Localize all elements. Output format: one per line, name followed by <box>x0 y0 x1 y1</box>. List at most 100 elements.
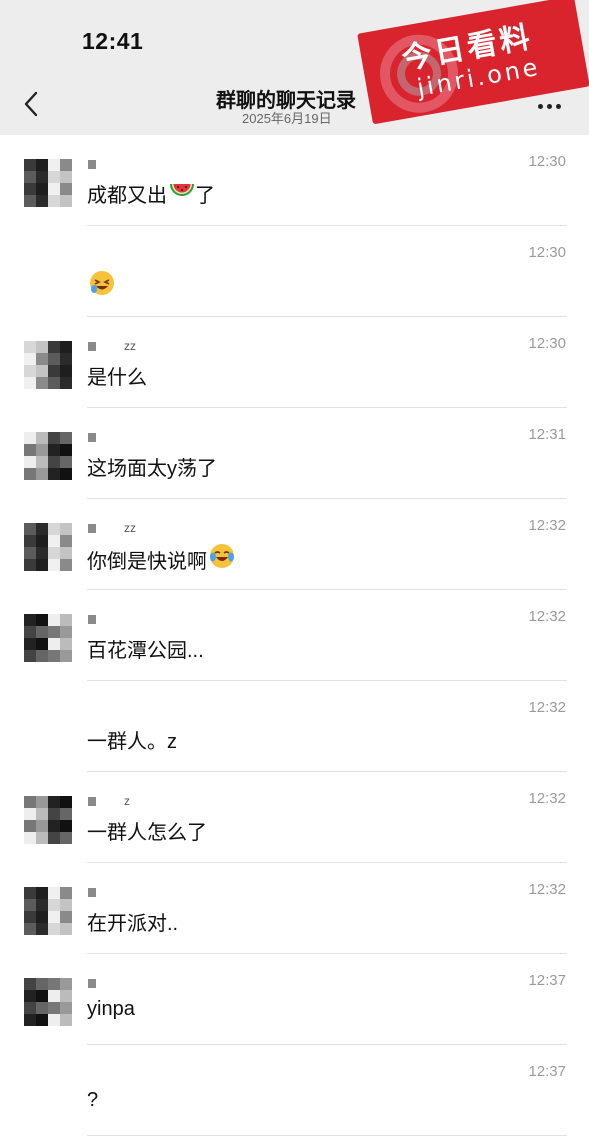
avatar-pixel <box>36 796 48 808</box>
laughing-emoji-icon <box>89 270 115 302</box>
avatar-pixel <box>36 899 48 911</box>
avatar-pixel <box>48 650 60 662</box>
avatar-pixel <box>48 808 60 820</box>
avatar[interactable] <box>24 614 72 662</box>
avatar-pixel <box>48 1014 60 1026</box>
message-row[interactable]: 12:32 在开派对.. <box>0 863 589 954</box>
avatar-pixel <box>36 650 48 662</box>
message-text-content: 成都又出 <box>87 185 167 207</box>
avatar-pixel <box>60 899 72 911</box>
avatar-pixel <box>48 820 60 832</box>
avatar-pixel <box>60 887 72 899</box>
sender-name-blur <box>88 796 96 806</box>
avatar-pixel <box>36 432 48 444</box>
message-row[interactable]: 12:37 yinpa <box>0 954 589 1045</box>
avatar-pixel <box>24 638 36 650</box>
tears-of-joy-icon <box>209 543 235 575</box>
avatar-pixel <box>36 990 48 1002</box>
avatar-pixel <box>48 990 60 1002</box>
avatar-pixel <box>60 432 72 444</box>
sender-name-blur <box>88 523 96 533</box>
message-row[interactable]: 12:32 一群人。z <box>0 681 589 772</box>
message-time: 12:30 <box>528 335 566 352</box>
avatar-pixel <box>60 353 72 365</box>
avatar-pixel <box>48 377 60 389</box>
chevron-left-icon <box>24 91 38 117</box>
avatar-pixel <box>60 911 72 923</box>
avatar-pixel <box>48 341 60 353</box>
message-text-content: 是什么 <box>87 367 147 389</box>
avatar-pixel <box>36 377 48 389</box>
message-text-content: 这场面太y荡了 <box>87 458 217 480</box>
avatar-pixel <box>60 978 72 990</box>
avatar-pixel <box>48 626 60 638</box>
avatar-pixel <box>48 911 60 923</box>
message-row[interactable]: 12:31 这场面太y荡了 <box>0 408 589 499</box>
avatar-pixel <box>36 171 48 183</box>
message-text <box>87 270 115 302</box>
avatar-pixel <box>48 547 60 559</box>
message-row[interactable]: zz 12:32 你倒是快说啊 <box>0 499 589 590</box>
avatar[interactable] <box>24 978 72 1026</box>
message-text: 你倒是快说啊 <box>87 543 235 575</box>
message-time: 12:32 <box>528 517 566 534</box>
avatar-pixel <box>60 796 72 808</box>
sender-name-suffix: zz <box>124 339 136 353</box>
avatar-pixel <box>60 468 72 480</box>
chat-history-list[interactable]: 12:30 成都又出 了 12:30 zz 12:30 是什么 12:31 这场面太y荡了 zz 1… <box>0 135 589 1136</box>
message-time: 12:30 <box>528 153 566 170</box>
avatar[interactable] <box>24 159 72 207</box>
message-time: 12:32 <box>528 699 566 716</box>
sender-name-blur <box>88 978 96 988</box>
avatar-pixel <box>24 1002 36 1014</box>
message-text: 成都又出 了 <box>87 179 215 208</box>
avatar-pixel <box>36 547 48 559</box>
avatar-pixel <box>36 911 48 923</box>
avatar-pixel <box>48 923 60 935</box>
avatar-pixel <box>60 456 72 468</box>
avatar-pixel <box>60 1014 72 1026</box>
message-text: 这场面太y荡了 <box>87 452 217 481</box>
page-date: 2025年6月19日 <box>242 111 332 126</box>
message-row[interactable]: 12:30 成都又出 了 <box>0 135 589 226</box>
avatar-pixel <box>24 614 36 626</box>
avatar[interactable] <box>24 887 72 935</box>
message-row[interactable]: 12:30 <box>0 226 589 317</box>
avatar-pixel <box>24 1014 36 1026</box>
avatar-pixel <box>48 468 60 480</box>
avatar[interactable] <box>24 432 72 480</box>
sender-name: zz <box>88 521 136 535</box>
sender-name <box>88 885 96 899</box>
avatar-pixel <box>60 183 72 195</box>
message-row[interactable]: 12:37? <box>0 1045 589 1136</box>
avatar-pixel <box>60 559 72 571</box>
sender-name-blur <box>88 887 96 897</box>
avatar-pixel <box>36 195 48 207</box>
avatar-pixel <box>60 990 72 1002</box>
avatar[interactable] <box>24 523 72 571</box>
avatar-pixel <box>36 535 48 547</box>
avatar-pixel <box>36 1014 48 1026</box>
avatar-pixel <box>24 444 36 456</box>
avatar-pixel <box>36 638 48 650</box>
message-time: 12:37 <box>528 1063 566 1080</box>
message-text-content: 一群人。z <box>87 731 177 753</box>
avatar[interactable] <box>24 796 72 844</box>
avatar-pixel <box>36 832 48 844</box>
avatar[interactable] <box>24 341 72 389</box>
avatar-pixel <box>24 923 36 935</box>
avatar-pixel <box>60 341 72 353</box>
avatar-pixel <box>60 820 72 832</box>
sender-name-blur <box>88 432 96 442</box>
avatar-pixel <box>24 796 36 808</box>
avatar-pixel <box>24 547 36 559</box>
avatar-pixel <box>60 626 72 638</box>
message-row[interactable]: z 12:32 一群人怎么了 <box>0 772 589 863</box>
avatar-pixel <box>60 1002 72 1014</box>
message-row[interactable]: zz 12:30 是什么 <box>0 317 589 408</box>
back-button[interactable] <box>14 82 48 126</box>
avatar-pixel <box>24 832 36 844</box>
avatar-pixel <box>60 638 72 650</box>
message-row[interactable]: 12:32 百花潭公园... <box>0 590 589 681</box>
avatar-pixel <box>36 887 48 899</box>
